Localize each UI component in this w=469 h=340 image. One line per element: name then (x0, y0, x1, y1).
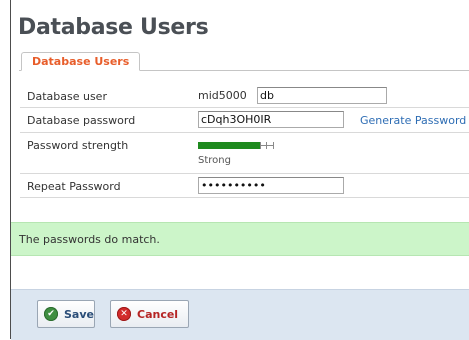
tab-bar: Database Users (19, 50, 469, 71)
password-strength-value: Strong (198, 155, 231, 166)
database-password-input[interactable] (198, 111, 344, 128)
database-user-prefix: mid5000 (198, 89, 247, 102)
strength-meter-tick (266, 142, 267, 149)
repeat-password-input[interactable] (198, 177, 344, 194)
x-circle-icon: ✕ (117, 307, 131, 321)
form-row-password-strength: Password strength Strong (20, 133, 469, 174)
generate-password-link[interactable]: Generate Password (360, 114, 466, 127)
form-actions-bar: ✔ Save ✕ Cancel (11, 289, 469, 340)
save-button[interactable]: ✔ Save (37, 300, 95, 328)
page-title: Database Users (18, 15, 209, 40)
form-row-repeat-password: Repeat Password (20, 174, 469, 198)
check-circle-icon: ✔ (44, 307, 58, 321)
tab-database-users[interactable]: Database Users (21, 52, 141, 71)
strength-meter-tick (273, 142, 274, 149)
password-strength-label: Password strength (27, 139, 129, 152)
cancel-button[interactable]: ✕ Cancel (110, 300, 189, 328)
database-user-label: Database user (27, 90, 107, 103)
password-strength-meter (198, 142, 274, 149)
form-row-database-user: Database user mid5000 (20, 84, 469, 108)
strength-meter-tick (260, 142, 261, 149)
save-button-label: Save (64, 308, 94, 321)
form-row-database-password: Database password Generate Password (20, 108, 469, 133)
database-user-input[interactable] (257, 87, 387, 104)
password-match-message: The passwords do match. (11, 222, 469, 256)
cancel-button-label: Cancel (137, 308, 179, 321)
password-match-text: The passwords do match. (19, 233, 160, 246)
database-password-label: Database password (27, 114, 136, 127)
repeat-password-label: Repeat Password (27, 180, 121, 193)
strength-meter-fill (198, 142, 260, 149)
